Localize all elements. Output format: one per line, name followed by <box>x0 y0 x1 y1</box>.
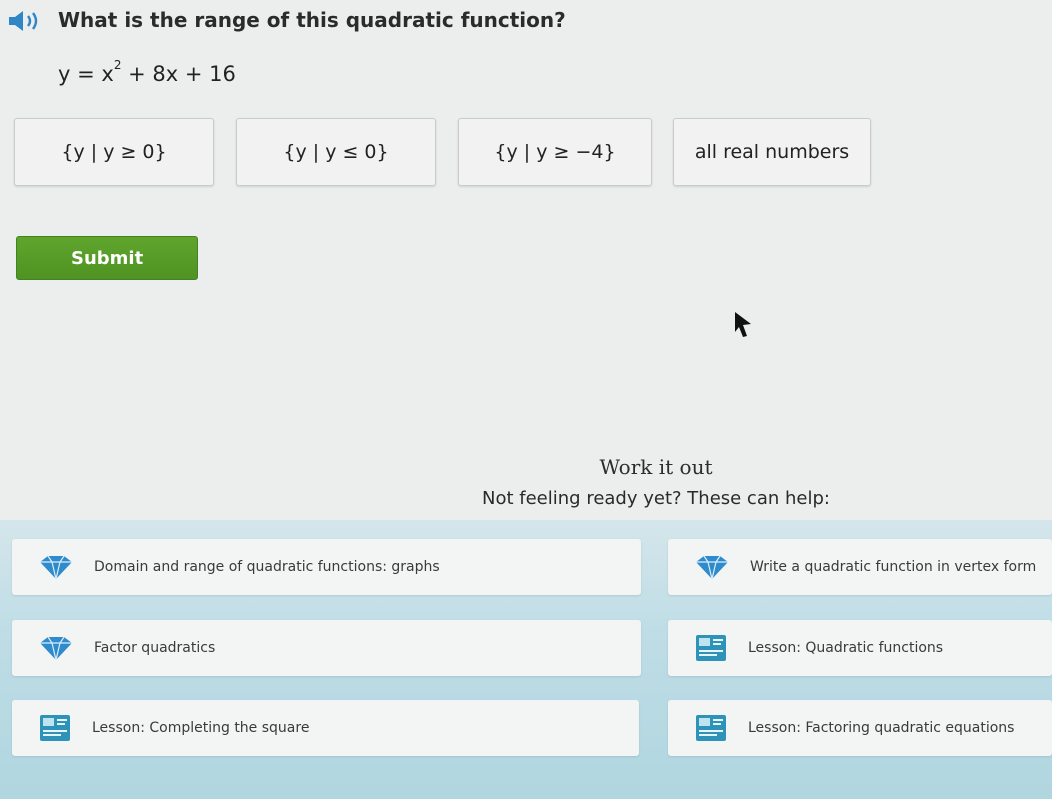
speaker-icon[interactable] <box>6 8 46 34</box>
help-item-label: Lesson: Completing the square <box>92 720 310 736</box>
help-item-label: Domain and range of quadratic functions:… <box>94 559 440 575</box>
question-text: What is the range of this quadratic func… <box>58 8 566 32</box>
submit-button[interactable]: Submit <box>16 236 198 280</box>
help-item-lesson-completing-square[interactable]: Lesson: Completing the square <box>12 700 639 756</box>
help-item-lesson-factoring-equations[interactable]: Lesson: Factoring quadratic equations <box>668 700 1052 756</box>
work-it-out-subtitle: Not feeling ready yet? These can help: <box>482 488 830 509</box>
help-item-label: Write a quadratic function in vertex for… <box>750 559 1037 575</box>
skill-diamond-icon <box>40 555 72 580</box>
mouse-cursor-icon <box>735 312 751 337</box>
choice-y-ge-0[interactable]: {y | y ≥ 0} <box>14 118 214 186</box>
skill-diamond-icon <box>696 555 728 580</box>
help-item-vertex-form[interactable]: Write a quadratic function in vertex for… <box>668 539 1052 595</box>
lesson-icon <box>696 715 726 741</box>
help-item-label: Lesson: Quadratic functions <box>748 640 944 656</box>
choice-y-ge-neg4[interactable]: {y | y ≥ −4} <box>458 118 652 186</box>
choice-all-real-numbers[interactable]: all real numbers <box>673 118 871 186</box>
skill-diamond-icon <box>40 636 72 661</box>
help-item-factor-quadratics[interactable]: Factor quadratics <box>12 620 641 676</box>
lesson-icon <box>696 635 726 661</box>
help-item-lesson-quadratic-functions[interactable]: Lesson: Quadratic functions <box>668 620 1052 676</box>
help-item-domain-range[interactable]: Domain and range of quadratic functions:… <box>12 539 641 595</box>
choice-y-le-0[interactable]: {y | y ≤ 0} <box>236 118 436 186</box>
help-item-label: Lesson: Factoring quadratic equations <box>748 720 1015 736</box>
equation: y = x2 + 8x + 16 <box>58 58 236 86</box>
lesson-icon <box>40 715 70 741</box>
help-item-label: Factor quadratics <box>94 640 216 656</box>
work-it-out-title: Work it out <box>599 455 713 479</box>
